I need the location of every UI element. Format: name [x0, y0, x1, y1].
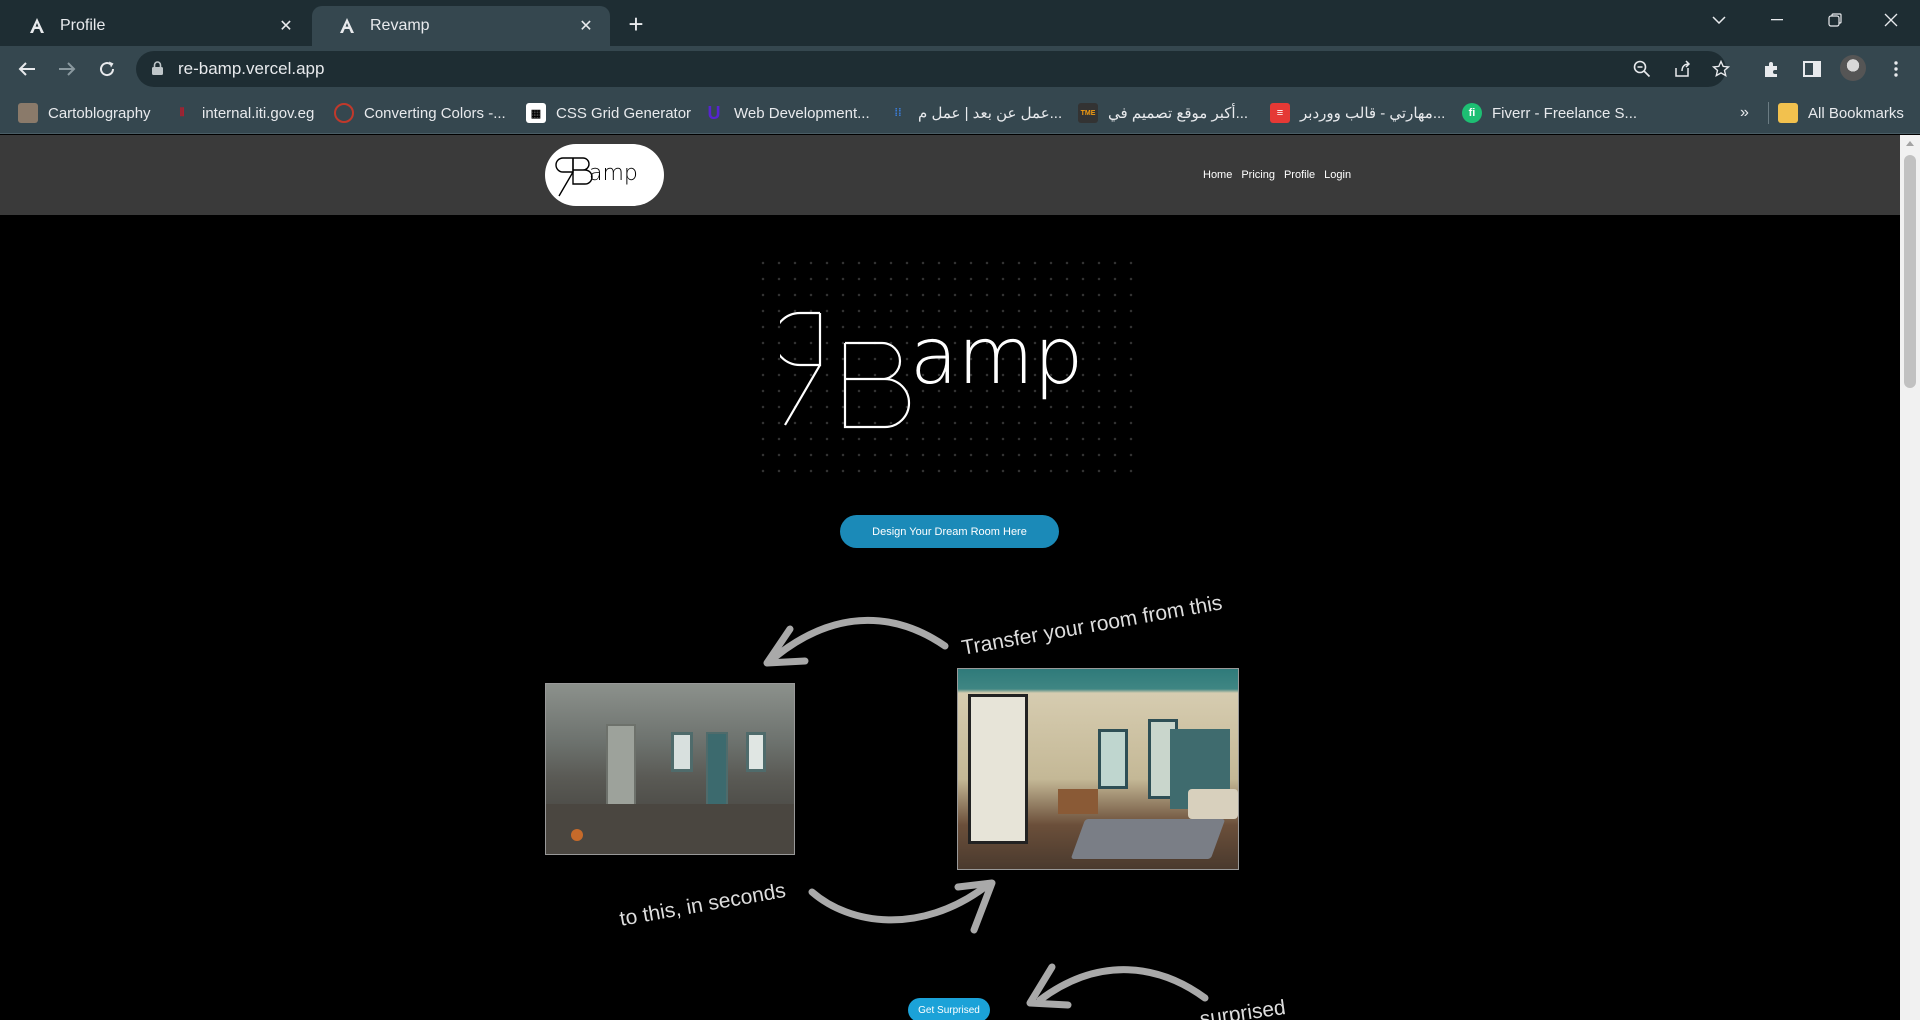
hand-drawn-arrows	[763, 616, 1209, 1009]
all-bookmarks-button[interactable]: All Bookmarks	[1778, 102, 1904, 124]
side-panel-icon[interactable]	[1798, 55, 1826, 83]
tab-revamp[interactable]: Revamp ✕	[312, 6, 610, 46]
arrow-curve-top	[771, 616, 949, 661]
maharati-icon: ≡	[1270, 103, 1290, 123]
address-bar[interactable]: re-bamp.vercel.app	[136, 51, 1730, 87]
bookmark-label: أكبر موقع تصميم في...	[1108, 105, 1249, 122]
window-close-icon[interactable]	[1862, 0, 1920, 40]
tab-strip: Profile ✕ Revamp ✕ +	[0, 0, 1920, 46]
new-tab-button[interactable]: +	[620, 8, 652, 40]
tab-search-icon[interactable]	[1690, 0, 1748, 40]
udemy-icon: U	[707, 102, 721, 123]
bookmarks-bar: Cartoblography ⫴ internal.iti.gov.eg Con…	[0, 92, 1920, 134]
minimize-icon[interactable]	[1748, 0, 1806, 40]
tme-icon: TME	[1078, 103, 1098, 123]
bookmark-item[interactable]: fi Fiverr - Freelance S...	[1462, 102, 1637, 124]
forward-icon[interactable]	[51, 53, 83, 85]
grid-icon: ▦	[526, 103, 546, 123]
bookmarks-divider	[1768, 102, 1769, 124]
reload-icon[interactable]	[91, 53, 123, 85]
scroll-thumb[interactable]	[1904, 155, 1916, 388]
bookmark-item[interactable]: TME أكبر موقع تصميم في...	[1078, 102, 1248, 124]
bookmark-item[interactable]: ⫴ internal.iti.gov.eg	[172, 102, 315, 124]
extensions-icon[interactable]	[1758, 55, 1786, 83]
angular-icon	[336, 15, 358, 37]
share-icon[interactable]	[1671, 58, 1693, 80]
web-page: amp Home Pricing Profile Login amp Desig…	[0, 135, 1900, 1020]
menu-icon[interactable]	[1882, 55, 1910, 83]
close-icon[interactable]: ✕	[576, 16, 596, 36]
tab-profile[interactable]: Profile ✕	[2, 6, 310, 46]
bookmark-item[interactable]: Converting Colors -...	[334, 102, 506, 124]
bookmark-item[interactable]: ⁞⁞ عمل عن بعد | عمل م...	[888, 102, 1062, 124]
lock-icon	[152, 61, 163, 80]
angular-icon	[26, 15, 48, 37]
tab-title: Profile	[60, 17, 106, 34]
scroll-up-icon[interactable]	[1906, 141, 1914, 146]
iti-icon: ⫴	[179, 106, 185, 119]
browser-toolbar: re-bamp.vercel.app	[0, 46, 1920, 92]
mostaql-icon: ⁞⁞	[894, 107, 902, 119]
bookmark-item[interactable]: Cartoblography	[18, 102, 151, 124]
bookmark-label: internal.iti.gov.eg	[202, 104, 315, 122]
bookmark-label: Cartoblography	[48, 104, 151, 122]
arrow-curve-third	[1036, 966, 1209, 1004]
bookmark-item[interactable]: ▦ CSS Grid Generator	[526, 102, 691, 124]
arrow-curve-bottom	[808, 883, 989, 924]
bookmark-item[interactable]: U Web Development...	[704, 102, 870, 124]
restore-icon[interactable]	[1806, 0, 1864, 40]
profile-avatar[interactable]	[1840, 55, 1866, 81]
color-icon	[334, 103, 354, 123]
folder-icon	[1778, 103, 1798, 123]
zoom-icon[interactable]	[1631, 58, 1653, 80]
get-surprised-button[interactable]: Get Surprised	[908, 998, 990, 1020]
fiverr-icon: fi	[1462, 103, 1482, 123]
page-scrollbar[interactable]	[1900, 135, 1920, 1020]
bookmarks-overflow-button[interactable]: »	[1740, 102, 1749, 124]
user-photo-icon	[18, 103, 38, 123]
bookmark-label: CSS Grid Generator	[556, 104, 692, 122]
bookmark-item[interactable]: ≡ مهارتي - قالب ووردبر...	[1270, 102, 1445, 124]
bookmark-label: مهارتي - قالب ووردبر...	[1300, 105, 1446, 122]
bookmark-label: All Bookmarks	[1808, 104, 1904, 122]
back-icon[interactable]	[11, 53, 43, 85]
bookmark-label: عمل عن بعد | عمل م...	[918, 105, 1063, 122]
tab-title: Revamp	[370, 17, 430, 34]
bookmark-label: Web Development...	[734, 104, 870, 122]
url-text: re-bamp.vercel.app	[178, 59, 325, 78]
bookmark-label: Fiverr - Freelance S...	[1492, 104, 1638, 122]
bookmark-label: Converting Colors -...	[364, 104, 506, 122]
close-icon[interactable]: ✕	[276, 16, 296, 36]
star-icon[interactable]	[1710, 58, 1732, 80]
